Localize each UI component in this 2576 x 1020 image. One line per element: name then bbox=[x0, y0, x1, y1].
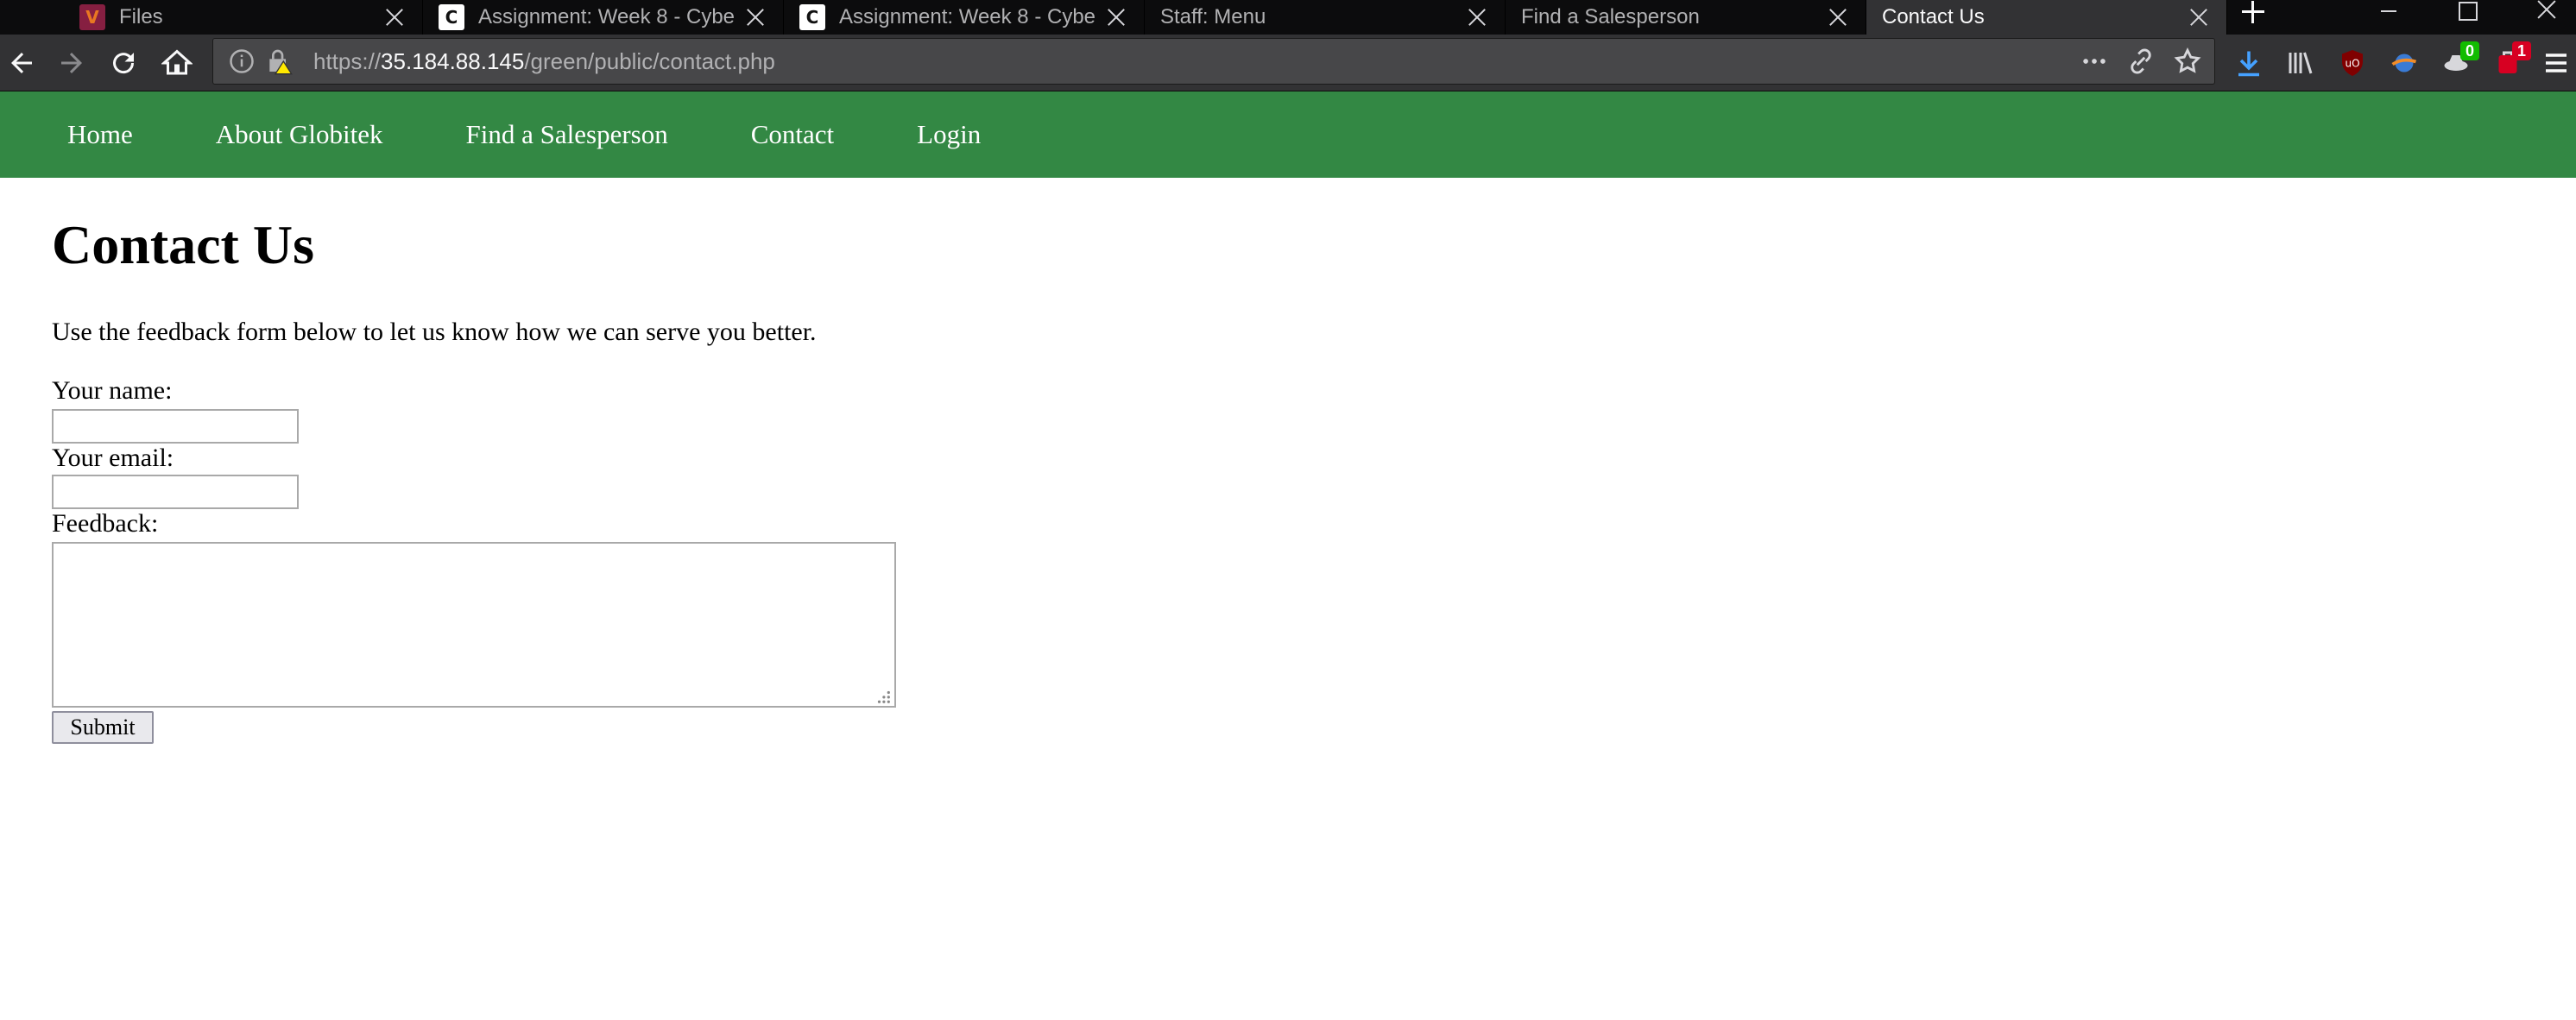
reload-button[interactable] bbox=[104, 43, 143, 83]
svg-text:uO: uO bbox=[2345, 58, 2359, 70]
tab-title: Assignment: Week 8 - Cyber bbox=[839, 5, 1095, 28]
page-heading-wrapper: Contact Us bbox=[52, 217, 314, 273]
ublock-shield-icon: uO bbox=[2342, 50, 2363, 76]
web-page: Home About Globitek Find a Salesperson C… bbox=[0, 91, 2576, 1020]
globe-extension-icon bbox=[2391, 54, 2417, 72]
resize-grip-icon[interactable] bbox=[875, 689, 891, 704]
close-tab-icon[interactable] bbox=[1104, 5, 1128, 29]
hamburger-menu-icon bbox=[2546, 54, 2567, 72]
vt-logo-icon: V bbox=[79, 4, 105, 30]
nav-link-find-salesperson[interactable]: Find a Salesperson bbox=[466, 119, 668, 150]
nav-link-about[interactable]: About Globitek bbox=[216, 119, 383, 150]
tab-title: Find a Salesperson bbox=[1521, 5, 1700, 28]
tab-contact-us[interactable]: Contact Us bbox=[1866, 0, 2227, 35]
home-icon bbox=[161, 49, 193, 75]
menu-button[interactable] bbox=[2536, 43, 2576, 83]
site-navigation: Home About Globitek Find a Salesperson C… bbox=[0, 91, 2576, 178]
close-tab-icon[interactable] bbox=[743, 5, 767, 29]
feedback-label: Feedback: bbox=[52, 509, 159, 538]
tab-title: Files bbox=[119, 5, 163, 28]
tab-title: Staff: Menu bbox=[1160, 5, 1266, 28]
tab-find-salesperson[interactable]: Find a Salesperson bbox=[1506, 0, 1866, 35]
close-tab-icon[interactable] bbox=[382, 5, 407, 29]
nav-link-contact[interactable]: Contact bbox=[751, 119, 834, 150]
bookmark-star-icon[interactable] bbox=[2173, 47, 2202, 76]
url-path: /green/public/contact.php bbox=[524, 47, 775, 74]
back-button[interactable] bbox=[2, 43, 41, 83]
tab-title: Contact Us bbox=[1882, 5, 1985, 28]
maximize-window-icon[interactable] bbox=[2443, 0, 2491, 35]
url-host: 35.184.88.145 bbox=[381, 47, 525, 74]
c-logo-icon: C bbox=[799, 4, 825, 30]
tab-assignment-week8-a[interactable]: C Assignment: Week 8 - Cyber bbox=[423, 0, 784, 35]
tab-assignment-week8-b[interactable]: C Assignment: Week 8 - Cyber bbox=[784, 0, 1145, 35]
downloads-button[interactable] bbox=[2229, 43, 2269, 83]
tab-strip: V Files C Assignment: Week 8 - Cyber C A… bbox=[0, 0, 2576, 35]
extension-shield-button[interactable]: 1 bbox=[2488, 41, 2531, 83]
info-icon[interactable] bbox=[229, 48, 255, 74]
url-scheme: https:// bbox=[313, 47, 382, 74]
intro-text: Use the feedback form below to let us kn… bbox=[52, 318, 817, 346]
home-button[interactable] bbox=[157, 43, 197, 83]
tab-title: Assignment: Week 8 - Cyber bbox=[478, 5, 735, 28]
close-tab-icon[interactable] bbox=[2187, 5, 2211, 29]
name-label: Your name: bbox=[52, 376, 173, 405]
close-tab-icon[interactable] bbox=[1826, 5, 1850, 29]
email-label: Your email: bbox=[52, 444, 174, 472]
page-actions-icon[interactable] bbox=[2080, 47, 2109, 76]
address-bar[interactable]: https://35.184.88.145/green/public/conta… bbox=[212, 38, 2215, 85]
link-icon[interactable] bbox=[2126, 47, 2156, 76]
ublock-origin-button[interactable]: uO bbox=[2333, 43, 2372, 83]
library-button[interactable] bbox=[2281, 43, 2320, 83]
tab-staff-menu[interactable]: Staff: Menu bbox=[1145, 0, 1506, 35]
back-arrow-icon bbox=[11, 53, 32, 73]
submit-button[interactable]: Submit bbox=[52, 711, 154, 744]
extension-badge: 1 bbox=[2512, 41, 2531, 60]
c-logo-icon: C bbox=[439, 4, 464, 30]
page-title: Contact Us bbox=[52, 214, 314, 275]
forward-button[interactable] bbox=[52, 43, 92, 83]
email-input[interactable] bbox=[52, 475, 299, 509]
nav-link-home[interactable]: Home bbox=[67, 119, 133, 150]
reload-icon bbox=[113, 53, 135, 74]
name-input[interactable] bbox=[52, 409, 299, 444]
library-icon bbox=[2289, 52, 2313, 74]
forward-arrow-icon bbox=[61, 53, 82, 73]
close-tab-icon[interactable] bbox=[1465, 5, 1489, 29]
close-window-icon[interactable] bbox=[2522, 0, 2571, 35]
tab-files[interactable]: V Files bbox=[64, 0, 423, 35]
nav-link-login[interactable]: Login bbox=[917, 119, 981, 150]
feedback-textarea[interactable] bbox=[52, 542, 896, 708]
download-icon bbox=[2238, 51, 2259, 77]
extension-globe-button[interactable] bbox=[2384, 43, 2424, 83]
minimize-window-icon[interactable] bbox=[2364, 0, 2412, 35]
extension-spy-button[interactable]: 0 bbox=[2436, 41, 2479, 83]
extension-badge: 0 bbox=[2460, 41, 2479, 60]
insecure-lock-icon[interactable] bbox=[265, 47, 293, 75]
new-tab-icon[interactable] bbox=[2229, 0, 2277, 35]
